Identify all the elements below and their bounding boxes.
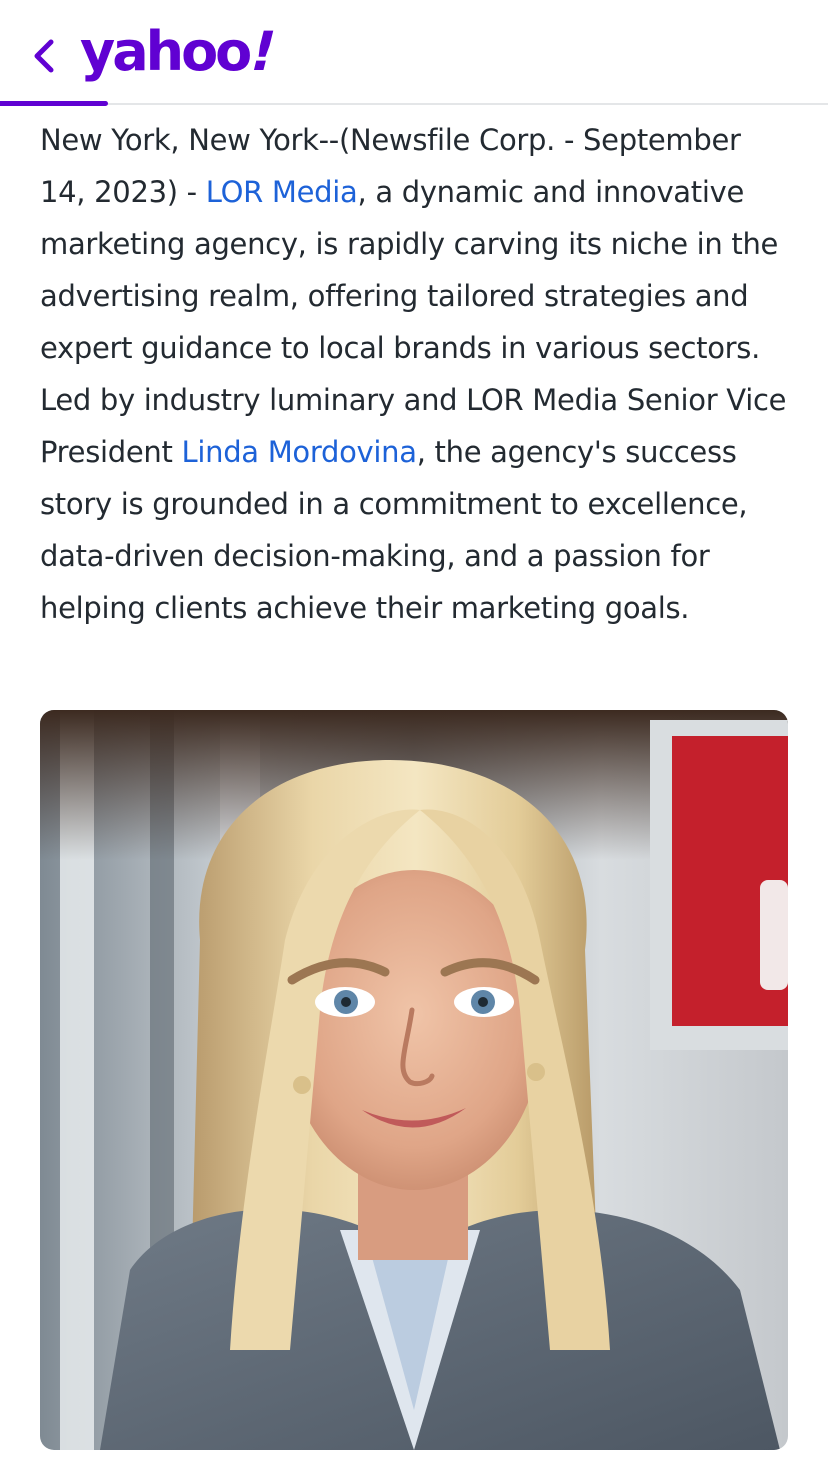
portrait-photo[interactable] [40, 710, 788, 1450]
header-divider [0, 103, 828, 105]
reading-progress-bar [0, 101, 108, 106]
back-button[interactable] [22, 30, 66, 82]
chevron-left-icon [34, 39, 54, 73]
article-paragraph: New York, New York--(Newsfile Corp. - Se… [40, 114, 792, 634]
lor-media-link[interactable]: LOR Media [206, 175, 358, 209]
yahoo-logo[interactable]: yahoo! [80, 18, 281, 84]
linda-mordovina-link[interactable]: Linda Mordovina [182, 435, 418, 469]
app-header: yahoo! [0, 0, 828, 106]
paragraph-text-middle: , a dynamic and innovative marketing age… [40, 175, 787, 469]
portrait-illustration [40, 710, 788, 1450]
logo-text: yahoo [80, 19, 252, 83]
